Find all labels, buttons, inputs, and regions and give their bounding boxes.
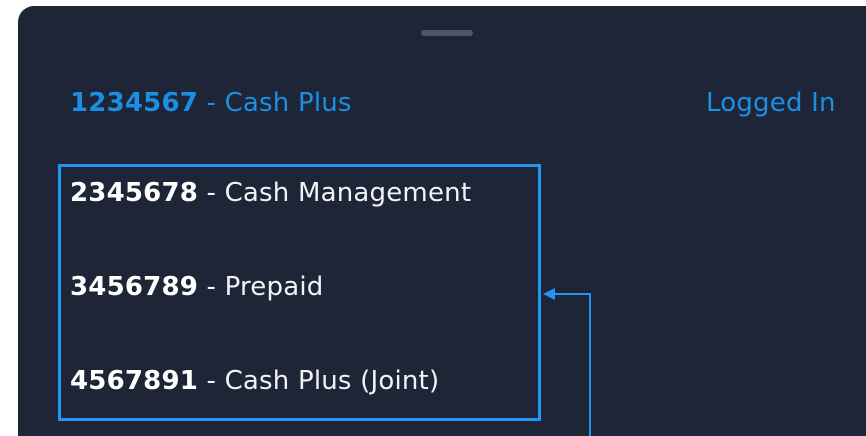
account-list-item[interactable]: 2345678 - Cash Management — [70, 178, 471, 208]
account-separator: - — [198, 366, 225, 396]
current-account-separator: - — [198, 88, 225, 118]
account-separator: - — [198, 178, 225, 208]
account-number: 4567891 — [70, 366, 199, 396]
account-number: 3456789 — [70, 272, 199, 302]
account-name: Cash Plus (Joint) — [224, 366, 440, 396]
login-status: Logged In — [706, 88, 836, 118]
current-account[interactable]: 1234567 - Cash Plus — [70, 88, 352, 118]
account-separator: - — [198, 272, 225, 302]
current-account-number: 1234567 — [70, 88, 199, 118]
account-list-item[interactable]: 3456789 - Prepaid — [70, 272, 323, 302]
account-list-item[interactable]: 4567891 - Cash Plus (Joint) — [70, 366, 439, 396]
drag-handle-icon[interactable] — [421, 30, 473, 36]
account-switcher-sheet: 1234567 - Cash Plus Logged In 2345678 - … — [18, 6, 866, 436]
current-account-name: Cash Plus — [224, 88, 352, 118]
account-name: Prepaid — [224, 272, 324, 302]
account-number: 2345678 — [70, 178, 199, 208]
account-name: Cash Management — [224, 178, 472, 208]
